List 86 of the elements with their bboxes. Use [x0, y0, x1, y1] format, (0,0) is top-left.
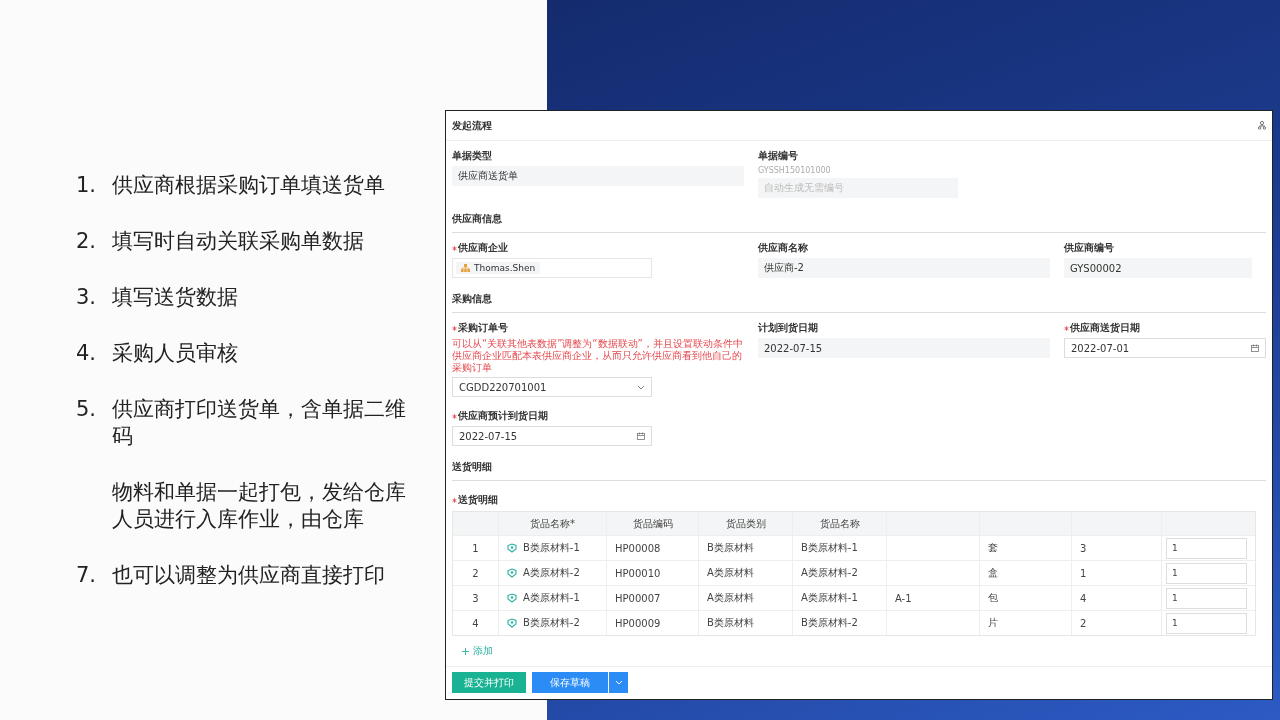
calendar-icon — [1251, 344, 1259, 352]
tag-icon — [507, 543, 517, 553]
tag-icon — [507, 618, 517, 628]
step-text: 供应商打印送货单，含单据二维码 — [112, 396, 407, 450]
table-cell: A类原材料-1 — [801, 591, 858, 605]
date-field[interactable]: 2022-07-01 — [1064, 338, 1266, 358]
section-title: 采购信息 — [452, 282, 1266, 313]
table-cell: 3 — [1080, 542, 1087, 554]
column-header: 货品名称 — [792, 512, 886, 535]
step-text: 填写时自动关联采购单数据 — [112, 228, 365, 255]
table-cell: 1 — [1080, 567, 1087, 579]
table-cell: 4 — [1080, 592, 1087, 604]
table-cell: A类原材料 — [707, 591, 754, 605]
table-cell: 2 — [1080, 617, 1087, 629]
table-cell: B类原材料 — [707, 616, 754, 630]
table-cell: 包 — [988, 591, 998, 605]
readonly-field: 供应商送货单 — [452, 166, 744, 186]
table-cell: A类原材料-2 — [523, 566, 580, 580]
date-field[interactable]: 2022-07-15 — [452, 426, 652, 446]
section-title: 供应商信息 — [452, 202, 1266, 233]
step-text: 也可以调整为供应商直接打印 — [112, 562, 386, 589]
table-cell: 盒 — [988, 566, 998, 580]
table-cell: 套 — [988, 541, 998, 555]
field-label: 供应商企业 — [458, 241, 508, 255]
tag-icon — [507, 593, 517, 603]
row-number: 1 — [472, 542, 479, 554]
table-cell: B类原材料-1 — [523, 541, 580, 555]
org-icon — [461, 264, 470, 272]
table-cell: HP00010 — [615, 567, 661, 579]
field-label: 单据编号 — [758, 149, 798, 163]
table-cell: B类原材料-1 — [801, 541, 858, 555]
tag-icon — [507, 568, 517, 578]
select-field[interactable]: CGDD220701001 — [452, 377, 652, 397]
readonly-field: GYS00002 — [1064, 258, 1252, 278]
step-number: 2. — [76, 228, 98, 255]
table-cell: HP00007 — [615, 592, 661, 604]
member-field[interactable]: Thomas.Shen — [452, 258, 652, 278]
chevron-down-icon — [637, 384, 645, 390]
field-label: 供应商送货日期 — [1070, 321, 1140, 335]
column-header: 货品类别 — [698, 512, 792, 535]
people-icon[interactable] — [1258, 121, 1266, 130]
plus-icon — [462, 647, 469, 655]
field-label: 供应商预计到货日期 — [458, 409, 548, 423]
table-cell: 片 — [988, 616, 998, 630]
calendar-icon — [637, 432, 645, 440]
row-number: 4 — [472, 617, 479, 629]
readonly-field: 2022-07-15 — [758, 338, 1050, 358]
step-text: 填写送货数据 — [112, 284, 239, 311]
readonly-field: 供应商-2 — [758, 258, 1050, 278]
column-header: 货品编码 — [606, 512, 698, 535]
step-number: 7. — [76, 562, 98, 589]
quantity-input[interactable]: 1 — [1166, 587, 1247, 609]
hint-text: 可以从“关联其他表数据”调整为“数据联动”，并且设置联动条件中供应商企业匹配本表供应商企业，从而只允许供应商看到他自己的采购订单 — [452, 338, 744, 374]
field-label: 送货明细 — [458, 493, 498, 507]
step-number: 5. — [76, 396, 98, 423]
row-number: 3 — [472, 592, 479, 604]
section-title: 送货明细 — [452, 450, 1266, 481]
window-title: 发起流程 — [452, 118, 492, 133]
member-tag[interactable]: Thomas.Shen — [456, 262, 541, 274]
field-label: 计划到货日期 — [758, 321, 818, 335]
document-number: GYSSH150101000 — [758, 166, 832, 175]
table-cell: A类原材料-2 — [801, 566, 858, 580]
table-cell: HP00008 — [615, 542, 661, 554]
column-header: 货品名称* — [498, 512, 606, 535]
step-number: 3. — [76, 284, 98, 311]
row-number: 2 — [472, 567, 479, 579]
quantity-input[interactable]: 1 — [1166, 537, 1247, 559]
quantity-input[interactable]: 1 — [1166, 562, 1247, 584]
table-cell: HP00009 — [615, 617, 661, 629]
chevron-down-icon — [614, 680, 623, 685]
table-cell: B类原材料-2 — [523, 616, 580, 630]
step-text: 供应商根据采购订单填送货单 — [112, 172, 386, 199]
field-label: 采购订单号 — [458, 321, 508, 335]
step-number: 4. — [76, 340, 98, 367]
table-cell: B类原材料 — [707, 541, 754, 555]
table-cell: A类原材料-1 — [523, 591, 580, 605]
table-cell: A-1 — [895, 592, 912, 604]
step-text: 采购人员审核 — [112, 340, 239, 367]
step-text: 物料和单据一起打包，发给仓库人员进行入库作业，由仓库 — [112, 479, 407, 533]
field-label: 供应商编号 — [1064, 241, 1114, 255]
table-cell: B类原材料-2 — [801, 616, 858, 630]
table-cell: A类原材料 — [707, 566, 754, 580]
field-label: 单据类型 — [452, 149, 492, 163]
quantity-input[interactable]: 1 — [1166, 612, 1247, 634]
field-label: 供应商名称 — [758, 241, 808, 255]
step-number: 1. — [76, 172, 98, 199]
